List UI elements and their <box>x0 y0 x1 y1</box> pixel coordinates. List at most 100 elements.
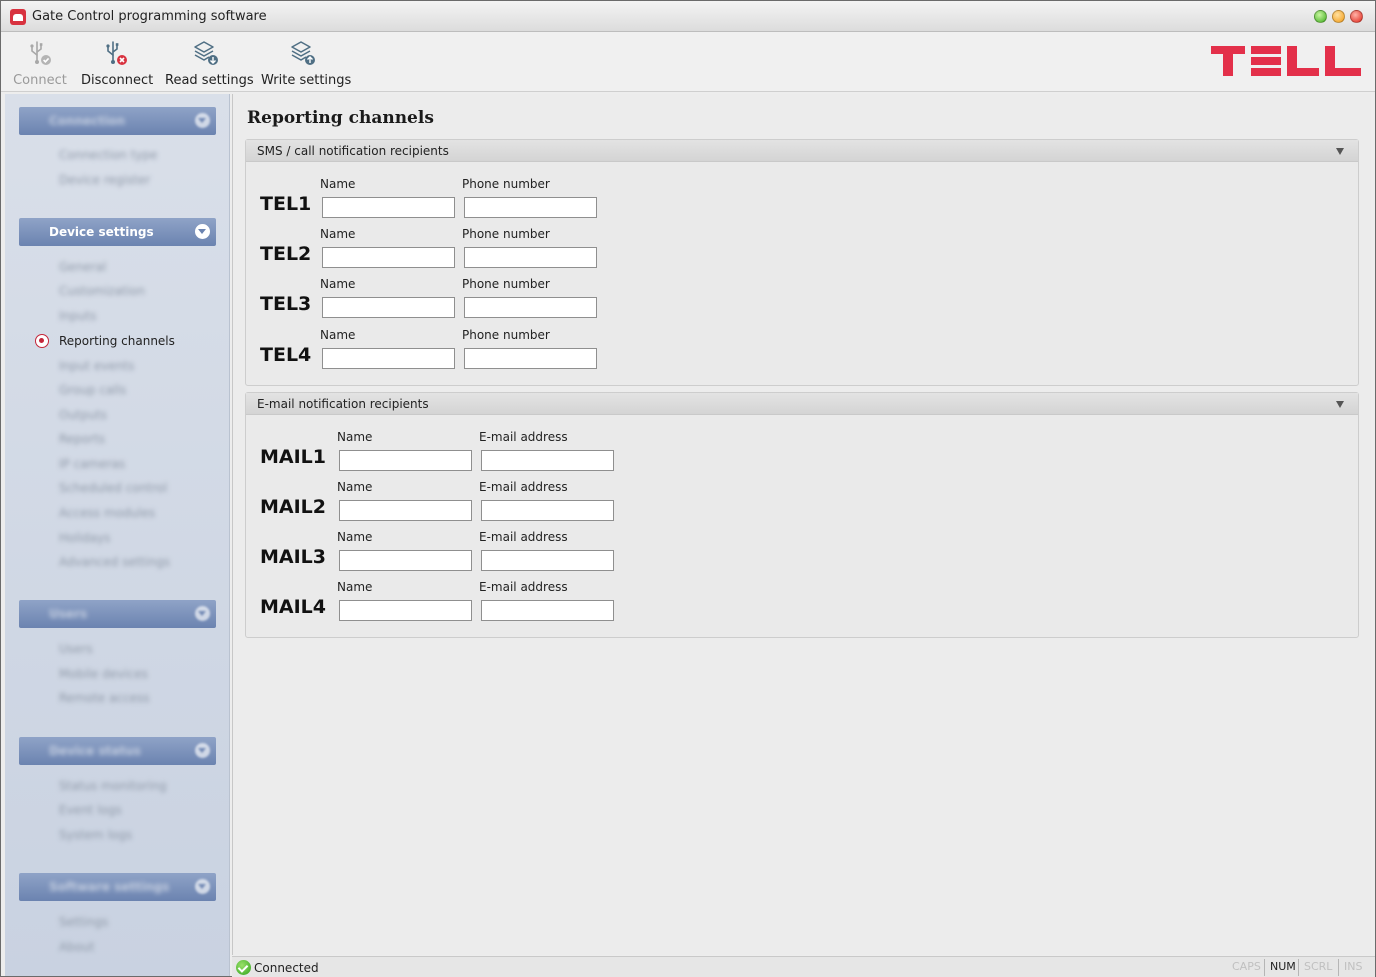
sms-recipients-group: SMS / call notification recipients Name … <box>245 139 1359 386</box>
ins-indicator: INS <box>1344 960 1363 973</box>
usb-disconnect-icon <box>106 41 127 65</box>
read-settings-icon <box>194 41 218 65</box>
name-caption: Name <box>337 580 373 594</box>
collapse-arrow-icon[interactable] <box>1336 148 1344 155</box>
sidebar-item-inputs[interactable]: Inputs <box>59 309 96 323</box>
tel1-phone-input[interactable] <box>464 197 597 218</box>
chevron-down-icon <box>195 606 210 621</box>
window-title: Gate Control programming software <box>32 9 267 24</box>
main-content: Reporting channels SMS / call notificati… <box>232 94 1371 955</box>
sidebar-item-input-events[interactable]: Input events <box>59 359 134 373</box>
mail3-email-input[interactable] <box>481 550 614 571</box>
sidebar-item-device-register[interactable]: Device register <box>59 173 150 187</box>
tel3-name-input[interactable] <box>322 297 455 318</box>
chevron-down-icon <box>195 113 210 128</box>
sidebar-item-holidays[interactable]: Holidays <box>59 531 110 545</box>
email-caption: E-mail address <box>479 430 568 444</box>
status-bar: Connected CAPS NUM SCRL INS <box>232 956 1375 977</box>
page-title: Reporting channels <box>247 108 434 128</box>
sidebar-item-remote-access[interactable]: Remote access <box>59 691 150 705</box>
connect-button[interactable]: Connect <box>9 36 71 90</box>
email-caption: E-mail address <box>479 480 568 494</box>
write-settings-icon <box>291 41 315 65</box>
indicator-divider <box>1298 959 1299 976</box>
mail2-email-input[interactable] <box>481 500 614 521</box>
mail2-name-input[interactable] <box>339 500 472 521</box>
tel4-phone-input[interactable] <box>464 348 597 369</box>
sidebar-item-users[interactable]: Users <box>59 642 93 656</box>
mail-group-header[interactable]: E-mail notification recipients <box>246 393 1358 415</box>
sidebar-item-advanced-settings[interactable]: Advanced settings <box>59 555 170 569</box>
section-device-settings[interactable]: Device settings <box>19 218 216 246</box>
sidebar-item-mobile-devices[interactable]: Mobile devices <box>59 667 148 681</box>
tel3-label: TEL3 <box>260 293 312 315</box>
disconnect-label: Disconnect <box>81 73 154 88</box>
tel2-label: TEL2 <box>260 243 312 265</box>
toolbar: Connect Disconnect Read settings Write s… <box>1 32 1375 92</box>
sms-group-header[interactable]: SMS / call notification recipients <box>246 140 1358 162</box>
tel2-name-input[interactable] <box>322 247 455 268</box>
section-label: Connection <box>49 114 126 128</box>
email-caption: E-mail address <box>479 580 568 594</box>
mail4-label: MAIL4 <box>260 596 327 618</box>
mail1-label: MAIL1 <box>260 446 327 468</box>
sidebar-item-about[interactable]: About <box>59 940 94 954</box>
read-settings-button[interactable]: Read settings <box>165 36 254 90</box>
app-window: Gate Control programming software Connec… <box>0 0 1376 977</box>
name-caption: Name <box>337 430 373 444</box>
tel4-name-input[interactable] <box>322 348 455 369</box>
sidebar-item-ip-cameras[interactable]: IP cameras <box>59 457 125 471</box>
mail3-label: MAIL3 <box>260 546 327 568</box>
name-caption: Name <box>320 277 356 291</box>
sidebar-item-reports[interactable]: Reports <box>59 432 105 446</box>
read-settings-label: Read settings <box>165 73 254 88</box>
indicator-divider <box>1264 959 1265 976</box>
sidebar-item-customization[interactable]: Customization <box>59 284 145 298</box>
sidebar-item-reporting-channels[interactable]: Reporting channels <box>59 334 175 348</box>
close-button[interactable] <box>1350 10 1363 23</box>
group-title: SMS / call notification recipients <box>257 144 449 158</box>
name-caption: Name <box>320 227 356 241</box>
connected-check-icon <box>236 960 251 975</box>
section-software-settings[interactable]: Software settings <box>19 873 216 901</box>
sidebar-item-scheduled-control[interactable]: Scheduled control <box>59 481 167 495</box>
collapse-arrow-icon[interactable] <box>1336 401 1344 408</box>
sidebar-item-group-calls[interactable]: Group calls <box>59 383 126 397</box>
sidebar-item-access-modules[interactable]: Access modules <box>59 506 155 520</box>
mail2-label: MAIL2 <box>260 496 327 518</box>
maximize-button[interactable] <box>1314 10 1327 23</box>
tel2-phone-input[interactable] <box>464 247 597 268</box>
mail1-email-input[interactable] <box>481 450 614 471</box>
group-title: E-mail notification recipients <box>257 397 429 411</box>
mail1-name-input[interactable] <box>339 450 472 471</box>
name-caption: Name <box>320 328 356 342</box>
active-indicator-icon <box>35 334 49 348</box>
sidebar: Connection Connection type Device regist… <box>5 94 230 976</box>
section-connection[interactable]: Connection <box>19 107 216 135</box>
disconnect-button[interactable]: Disconnect <box>81 36 154 90</box>
sidebar-item-connection-type[interactable]: Connection type <box>59 148 158 162</box>
sidebar-item-status-monitoring[interactable]: Status monitoring <box>59 779 167 793</box>
minimize-button[interactable] <box>1332 10 1345 23</box>
num-indicator: NUM <box>1270 960 1296 973</box>
mail4-name-input[interactable] <box>339 600 472 621</box>
sidebar-item-system-logs[interactable]: System logs <box>59 828 132 842</box>
write-settings-button[interactable]: Write settings <box>261 36 351 90</box>
sidebar-item-event-logs[interactable]: Event logs <box>59 803 122 817</box>
section-label: Software settings <box>49 880 170 894</box>
tel3-phone-input[interactable] <box>464 297 597 318</box>
sidebar-item-outputs[interactable]: Outputs <box>59 408 107 422</box>
chevron-down-icon <box>195 743 210 758</box>
sidebar-item-settings[interactable]: Settings <box>59 915 108 929</box>
name-caption: Name <box>337 480 373 494</box>
phone-caption: Phone number <box>462 277 550 291</box>
name-caption: Name <box>337 530 373 544</box>
tel1-name-input[interactable] <box>322 197 455 218</box>
chevron-down-icon <box>195 879 210 894</box>
phone-caption: Phone number <box>462 177 550 191</box>
mail4-email-input[interactable] <box>481 600 614 621</box>
section-users[interactable]: Users <box>19 600 216 628</box>
mail3-name-input[interactable] <box>339 550 472 571</box>
sidebar-item-general[interactable]: General <box>59 260 106 274</box>
section-device-status[interactable]: Device status <box>19 737 216 765</box>
